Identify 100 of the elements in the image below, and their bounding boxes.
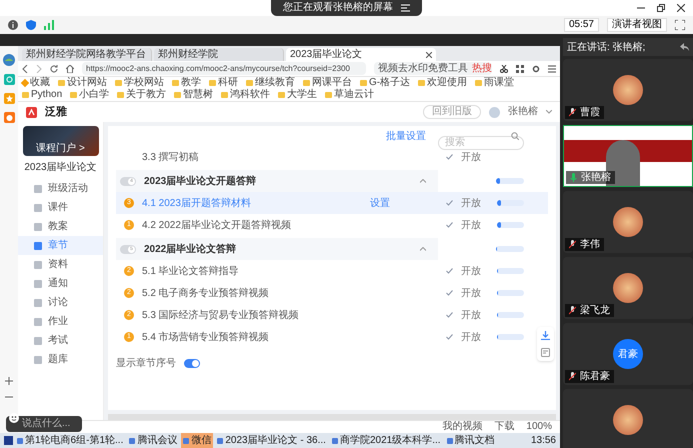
close-icon[interactable] <box>426 52 432 58</box>
app-icon <box>446 438 453 444</box>
chevron-icon[interactable] <box>420 179 426 183</box>
chapter-search-field[interactable]: 搜索 <box>438 136 524 150</box>
bookmark-link[interactable]: G-格子达 <box>369 78 410 88</box>
folder-icon <box>325 92 332 98</box>
show-numbers-switch[interactable] <box>184 358 200 368</box>
download-icon[interactable] <box>541 331 550 340</box>
name-tag: 张艳榕 <box>566 171 615 184</box>
info-icon[interactable] <box>8 20 18 30</box>
progress-bar <box>496 268 524 274</box>
back-icon[interactable] <box>22 64 28 72</box>
initials-avatar: 君豪 <box>613 339 643 369</box>
browser-tab[interactable]: 郑州财经学院 <box>154 48 284 61</box>
bookmark-link[interactable]: 草迪云计 <box>334 90 374 100</box>
sidebar-item[interactable]: 班级活动 <box>18 179 103 198</box>
sidebar-item[interactable]: 讨论 <box>18 293 103 312</box>
grid-icon[interactable] <box>516 64 524 72</box>
bookmark-link[interactable]: 大学生 <box>287 90 318 100</box>
bookmark-link[interactable]: 智慧树 <box>183 90 214 100</box>
star-icon[interactable] <box>4 93 14 104</box>
close-icon[interactable] <box>677 4 685 12</box>
progress-bar <box>496 178 524 184</box>
app-icon[interactable] <box>4 112 14 123</box>
bookmark-link[interactable]: 收藏 <box>30 78 50 88</box>
name-tag: 曹霞 <box>565 106 604 119</box>
scissors-icon[interactable] <box>500 64 508 72</box>
status-label: 开放 <box>461 150 481 164</box>
app-icon <box>332 438 338 444</box>
view-mode-button[interactable]: 演讲者视图 <box>607 18 667 32</box>
taskbar-item[interactable]: 腾讯会议 <box>127 433 180 448</box>
status-label: 开放 <box>460 264 481 278</box>
show-numbers-label: 显示章节序号 <box>116 356 176 370</box>
restore-icon[interactable] <box>657 4 665 12</box>
bookmark-link[interactable]: Python <box>31 90 62 100</box>
taskbar-clock: 13:56 <box>530 436 556 446</box>
taskbar-item[interactable]: 腾讯文档 <box>444 433 497 448</box>
sidebar-item[interactable]: 考试 <box>18 331 103 350</box>
bookmark-link[interactable]: 继续教育 <box>255 78 295 88</box>
bookmark-link[interactable]: 科研 <box>218 78 238 88</box>
bookmark-link[interactable]: 网课平台 <box>312 78 352 88</box>
course-cover[interactable]: 课程门户 > <box>22 126 98 156</box>
progress-bar <box>496 334 524 340</box>
taskbar-item[interactable]: 2023届毕业论文 - 36... <box>215 433 328 448</box>
home-icon[interactable] <box>66 64 74 72</box>
course-title: 2023届毕业论文 <box>24 160 97 175</box>
taskbar-item[interactable]: 商学院2021级本科学... <box>330 433 443 448</box>
folder-icon <box>303 80 310 86</box>
check-icon <box>446 222 453 228</box>
bookmark-link[interactable]: 鸿科软件 <box>230 90 270 100</box>
bookmark-link[interactable]: 小白学 <box>79 90 110 100</box>
sidebar-item[interactable]: 教案 <box>18 217 103 236</box>
avatar-placeholder <box>613 273 643 303</box>
reply-icon[interactable] <box>680 43 689 51</box>
progress-bar <box>496 290 524 296</box>
status-label: 开放 <box>460 196 481 210</box>
taskbar-item[interactable]: 微信 <box>181 433 214 448</box>
caret-icon[interactable] <box>546 110 552 114</box>
search-field[interactable]: 视频去水印免费工具 热搜 <box>374 62 492 75</box>
progress-bar <box>496 222 524 228</box>
chapter-row[interactable]: 3.3 撰写初稿 <box>116 146 438 168</box>
list-icon[interactable] <box>401 4 410 12</box>
user-name[interactable]: 张艳榕 <box>508 107 538 117</box>
progress-bar <box>496 200 524 206</box>
sidebar-item[interactable]: 通知 <box>18 274 103 293</box>
search-icon[interactable] <box>511 132 519 140</box>
folder-icon <box>360 80 367 86</box>
check-icon <box>446 334 453 340</box>
sidebar-item[interactable]: 课件 <box>18 198 103 217</box>
batch-settings-link[interactable]: 批量设置 <box>386 128 426 144</box>
reload-icon[interactable] <box>50 64 58 72</box>
address-bar[interactable]: https://mooc2-ans.chaoxing.com/mooc2-ans/mycourse/tch?courseid=2300 <box>82 62 366 75</box>
check-icon <box>446 268 453 274</box>
bookmark-link[interactable]: 学校网站 <box>124 78 164 88</box>
shield-icon[interactable] <box>26 20 36 30</box>
bookmark-link[interactable]: 欢迎使用 <box>427 78 468 88</box>
sidebar-item[interactable]: 作业 <box>18 312 103 331</box>
taskbar-item[interactable]: 第1轮电商6组-第1轮... <box>15 433 126 448</box>
sidebar-item[interactable]: 题库 <box>18 350 103 369</box>
globe-icon[interactable] <box>3 54 15 66</box>
browser-tab[interactable]: 2023届毕业论文 <box>286 48 436 61</box>
avatar-placeholder <box>613 75 643 105</box>
chevron-icon[interactable] <box>420 247 426 251</box>
app-icon <box>183 438 190 444</box>
progress-bar <box>496 246 524 252</box>
status-bar-item[interactable]: 我的视频 <box>442 422 482 432</box>
note-icon[interactable] <box>541 348 550 357</box>
browser-tab[interactable]: 郑州财经学院网络教学平台 <box>22 48 152 61</box>
plus-icon[interactable] <box>5 377 13 385</box>
status-bar-item[interactable]: 下载 <box>494 422 514 432</box>
bookmark-link[interactable]: 设计网站 <box>67 78 107 88</box>
emoji-icon[interactable] <box>9 413 19 423</box>
bookmark-link[interactable]: 雨课堂 <box>484 78 514 88</box>
status-bar-item[interactable]: 100% <box>526 422 552 432</box>
app-logo-text: 泛雅 <box>45 106 67 118</box>
folder-icon <box>475 80 482 86</box>
bookmark-link[interactable]: 关于教方 <box>126 90 166 100</box>
fullscreen-icon[interactable] <box>675 20 685 30</box>
sidebar-item[interactable]: 资料 <box>18 255 103 274</box>
bookmark-link[interactable]: 教学 <box>181 78 201 88</box>
